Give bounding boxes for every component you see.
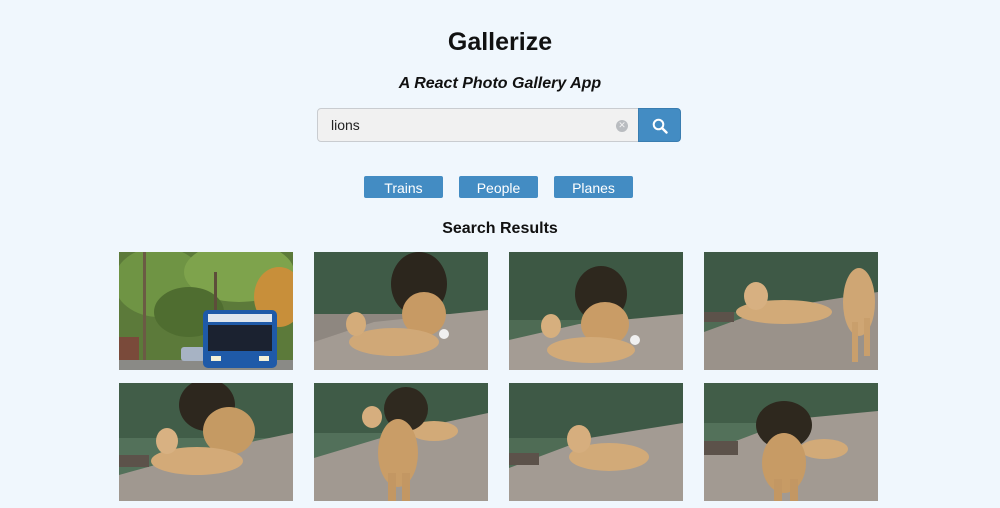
- photo-lions[interactable]: [119, 383, 293, 501]
- search-button[interactable]: [638, 108, 681, 142]
- photo-lions[interactable]: [314, 383, 488, 501]
- search-input[interactable]: [318, 109, 608, 141]
- photo-lions[interactable]: [509, 252, 683, 370]
- photo-lions[interactable]: [704, 383, 878, 501]
- search-results-heading: Search Results: [442, 220, 558, 237]
- search-form: ✕: [317, 108, 639, 142]
- search-icon: [652, 118, 668, 134]
- app-title: Gallerize: [447, 28, 553, 56]
- photo-bus[interactable]: [119, 252, 293, 370]
- nav-button-trains[interactable]: Trains: [364, 176, 443, 198]
- nav-button-planes[interactable]: Planes: [554, 176, 633, 198]
- photo-lions[interactable]: [509, 383, 683, 501]
- photo-lions[interactable]: [704, 252, 878, 370]
- photo-lions[interactable]: [314, 252, 488, 370]
- clear-circle-icon[interactable]: ✕: [616, 120, 628, 132]
- app-subtitle: A React Photo Gallery App: [398, 75, 602, 92]
- nav-button-people[interactable]: People: [459, 176, 538, 198]
